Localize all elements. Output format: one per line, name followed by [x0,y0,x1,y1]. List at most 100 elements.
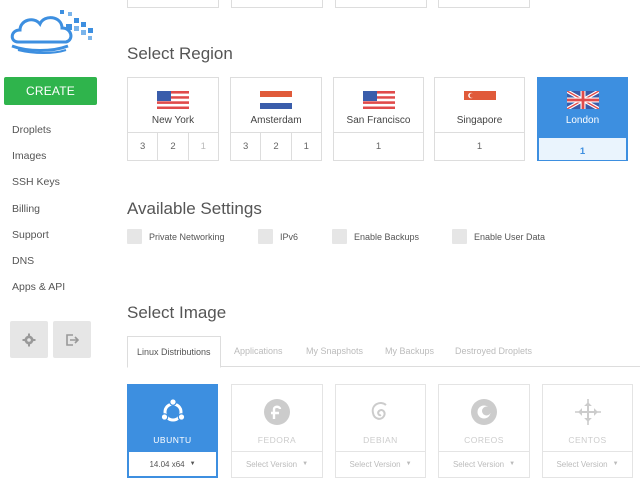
image-card-debian[interactable]: DEBIAN Select Version ▼ [335,384,426,478]
caret-down-icon: ▼ [405,461,412,468]
region-datacenters: 3 2 1 [231,132,321,160]
select-region-title: Select Region [127,44,233,63]
datacenter-option[interactable]: 2 [158,133,189,160]
region-name: San Francisco [346,115,411,126]
sidebar-item-support[interactable]: Support [12,224,65,250]
gear-icon [22,333,36,346]
datacenter-option[interactable]: 1 [189,133,218,160]
datacenter-option[interactable]: 3 [128,133,159,160]
setting-enable-backups[interactable]: Enable Backups [332,229,419,244]
image-card-centos[interactable]: CENTOS Select Version ▼ [542,384,633,478]
tab-my-snapshots[interactable]: My Snapshots [306,336,363,367]
us-flag-icon [362,91,395,109]
datacenter-option[interactable]: 1 [435,133,524,160]
version-label: 14.04 x64 [149,460,185,469]
datacenter-option[interactable]: 3 [231,133,262,160]
image-name: COREOS [464,435,504,445]
uk-flag-icon [566,91,599,109]
region-name: Singapore [456,115,503,126]
image-name: CENTOS [568,435,607,445]
image-card-fedora[interactable]: FEDORA Select Version ▼ [231,384,323,478]
size-card[interactable] [127,0,219,8]
us-flag-icon [157,91,189,109]
sidebar-item-ssh-keys[interactable]: SSH Keys [12,171,65,197]
version-select[interactable]: Select Version ▼ [439,451,529,477]
sidebar-item-apps-api[interactable]: Apps & API [12,276,65,302]
main-content: Select Region New York 3 2 1 Amsterdam 3… [127,0,640,483]
setting-label: Private Networking [149,231,225,242]
region-datacenters: 3 2 1 [128,132,218,160]
sidebar-item-billing[interactable]: Billing [12,198,65,224]
tab-applications[interactable]: Applications [234,336,283,367]
setting-private-networking[interactable]: Private Networking [127,229,225,244]
region-name: New York [151,115,195,126]
centos-icon [574,399,601,425]
sidebar: CREATE Droplets Images SSH Keys Billing … [0,0,108,483]
version-label: Select Version [452,460,505,469]
size-card[interactable] [231,0,323,8]
image-name: DEBIAN [363,435,398,445]
region-name: London [565,115,600,126]
select-image-title: Select Image [127,303,227,322]
image-card-coreos[interactable]: COREOS Select Version ▼ [438,384,530,478]
version-label: Select Version [556,460,608,469]
region-datacenters: 1 [435,132,524,160]
version-label: Select Version [245,460,298,469]
sg-flag-icon [463,91,496,109]
version-select[interactable]: Select Version ▼ [232,451,322,477]
sidebar-item-droplets[interactable]: Droplets [12,119,65,145]
image-name: FEDORA [257,435,297,445]
nl-flag-icon [260,91,292,109]
setting-enable-user-data[interactable]: Enable User Data [452,229,545,244]
datacenter-option[interactable]: 2 [261,133,292,160]
image-card-ubuntu[interactable]: UBUNTU 14.04 x64 ▼ [127,384,218,478]
image-tabs: Linux Distributions Applications My Snap… [127,336,640,368]
sidebar-item-images[interactable]: Images [12,145,65,171]
region-name: Amsterdam [250,115,302,126]
caret-down-icon: ▼ [189,461,196,468]
logo[interactable] [8,6,98,54]
size-card[interactable] [438,0,530,8]
sidebar-item-dns[interactable]: DNS [12,250,65,276]
region-card-amsterdam[interactable]: Amsterdam 3 2 1 [230,77,322,161]
tab-linux-distributions[interactable]: Linux Distributions [127,336,221,368]
version-select[interactable]: Select Version ▼ [543,451,632,477]
fedora-icon [264,399,290,425]
region-card-singapore[interactable]: Singapore 1 [434,77,525,161]
setting-ipv6[interactable]: IPv6 [258,229,298,244]
sidebar-nav: Droplets Images SSH Keys Billing Support… [12,119,65,302]
caret-down-icon: ▼ [302,461,309,468]
datacenter-option[interactable]: 1 [539,138,626,160]
setting-label: IPv6 [280,231,299,242]
checkbox[interactable] [332,229,347,244]
tab-my-backups[interactable]: My Backups [385,336,434,367]
caret-down-icon: ▼ [509,461,516,468]
setting-label: Enable Backups [354,231,420,242]
tab-destroyed-droplets[interactable]: Destroyed Droplets [455,336,532,367]
region-card-new-york[interactable]: New York 3 2 1 [127,77,219,161]
ubuntu-icon [160,398,185,422]
size-card[interactable] [335,0,427,8]
checkbox[interactable] [452,229,467,244]
size-cards-bottom-edge [127,0,640,8]
checkbox[interactable] [127,229,142,244]
create-button[interactable]: CREATE [4,77,97,105]
region-datacenters: 1 [538,137,627,161]
version-select[interactable]: Select Version ▼ [336,451,425,477]
version-select[interactable]: 14.04 x64 ▼ [128,451,217,477]
setting-label: Enable User Data [474,231,546,242]
region-card-san-francisco[interactable]: San Francisco 1 [333,77,424,161]
version-label: Select Version [349,460,401,469]
logout-button[interactable] [53,321,91,358]
available-settings-title: Available Settings [127,199,262,218]
checkbox[interactable] [258,229,273,244]
caret-down-icon: ▼ [612,461,619,468]
image-name: UBUNTU [153,435,192,445]
region-card-london[interactable]: London 1 [537,77,628,161]
settings-button[interactable] [10,321,48,358]
logout-icon [66,333,79,346]
datacenter-option[interactable]: 1 [334,133,423,160]
datacenter-option[interactable]: 1 [292,133,321,160]
region-datacenters: 1 [334,132,423,160]
debian-icon [371,402,387,420]
